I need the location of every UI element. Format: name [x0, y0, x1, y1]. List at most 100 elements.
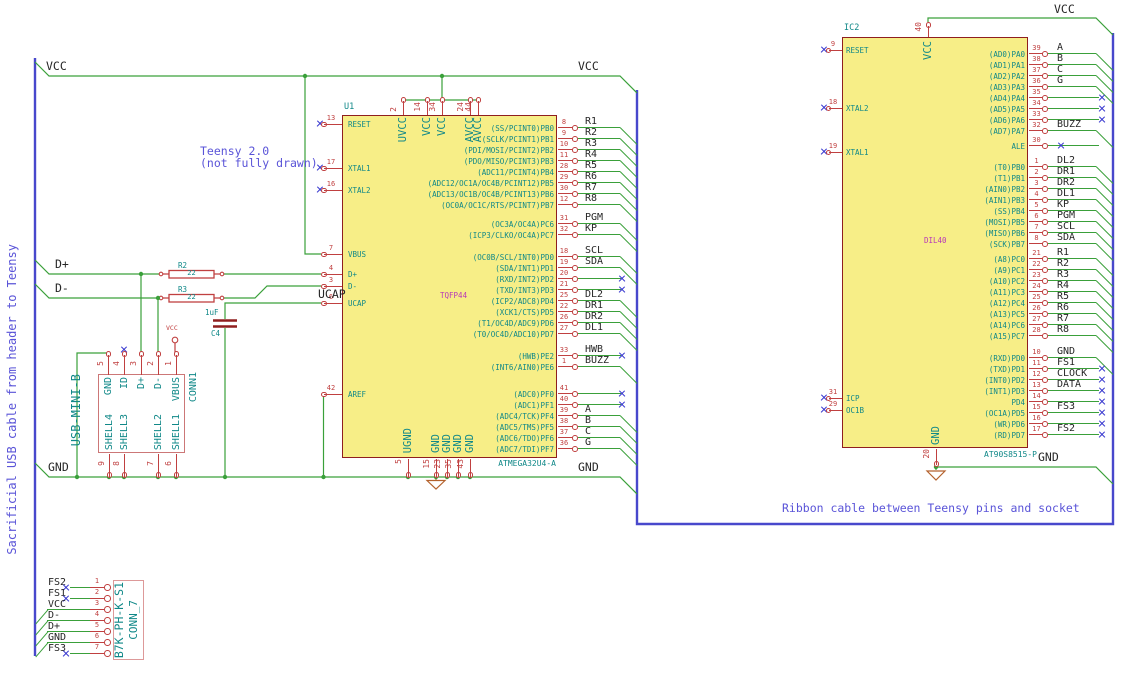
pin-column[interactable]: 6 SHELL1 [164, 414, 185, 478]
net-label[interactable]: DL1 [1057, 188, 1075, 199]
net-label[interactable]: C [1057, 64, 1063, 75]
no-connect-icon [1098, 431, 1105, 438]
pin-number: 32 [559, 224, 569, 233]
net-label[interactable]: DR1 [1057, 166, 1075, 177]
usb-value[interactable]: USB-MINI-B [69, 366, 83, 454]
net-label[interactable]: FS3 [1057, 401, 1075, 412]
ic2-value[interactable]: AT90S8515-P [984, 450, 1037, 460]
pin-stub [829, 49, 842, 51]
conn7-reference[interactable]: CONN_7 [127, 582, 140, 658]
pin-number: 14 [1032, 391, 1041, 400]
pin-column[interactable]: 8 SHELL3 [112, 414, 133, 478]
net-label[interactable]: DR2 [585, 311, 603, 322]
net-label-dplus[interactable]: D+ [55, 258, 69, 271]
u1-value[interactable]: ATMEGA32U4-A [440, 459, 556, 469]
pin-name: SHELL4 [103, 413, 115, 450]
net-label[interactable]: FS1 [1057, 357, 1075, 368]
net-label[interactable]: R5 [1057, 291, 1069, 302]
net-label[interactable]: DR2 [1057, 177, 1075, 188]
pin-column[interactable]: 20 GND [922, 426, 945, 467]
net-label[interactable]: G [1057, 75, 1063, 86]
u1-reference[interactable]: U1 [344, 102, 354, 112]
net-label[interactable]: R2 [1057, 258, 1069, 269]
net-label-gnd-ic2[interactable]: GND [1038, 451, 1059, 464]
net-label[interactable]: SCL [1057, 221, 1075, 232]
net-label[interactable]: B [1057, 53, 1063, 64]
net-label[interactable]: R7 [1057, 313, 1069, 324]
net-label-dminus[interactable]: D- [55, 282, 69, 295]
pin-number: 37 [1032, 65, 1041, 74]
net-label[interactable]: D+ [48, 621, 60, 632]
net-label-vcc-left[interactable]: VCC [46, 60, 67, 73]
note-usb-cable[interactable]: Sacrificial USB cable from header to Tee… [4, 210, 20, 588]
pin-number: 1 [1034, 156, 1039, 165]
no-connect-icon [1098, 398, 1105, 405]
vcc-power-flag-label[interactable]: VCC [166, 324, 178, 332]
note-teensy[interactable]: Teensy 2.0 (not fully drawn) [200, 145, 318, 170]
ic2-reference[interactable]: IC2 [844, 23, 859, 33]
net-label-gnd-u1[interactable]: GND [578, 461, 599, 474]
net-label[interactable]: DATA [1057, 379, 1081, 390]
r2-value[interactable]: 22 [169, 269, 214, 278]
net-label[interactable]: KP [585, 223, 597, 234]
pin-number: 13 [1032, 380, 1041, 389]
connector-pin-row[interactable]: FS3 7 [35, 643, 175, 659]
net-label[interactable]: A [1057, 42, 1063, 53]
pin-number: 5 [94, 621, 100, 629]
pin-number: 25 [559, 290, 569, 299]
net-label[interactable]: R6 [1057, 302, 1069, 313]
wire [1048, 145, 1099, 147]
pin-row[interactable]: 19 XTAL1 [820, 142, 950, 158]
wire [1048, 269, 1096, 271]
pin-number: 22 [559, 301, 569, 310]
net-label[interactable]: R8 [1057, 324, 1069, 335]
pin-end-circle [572, 309, 578, 315]
c4-value[interactable]: 1uF [205, 308, 219, 317]
pin-name: ICP [846, 394, 860, 403]
pin-number: 19 [559, 257, 569, 266]
net-label[interactable]: DL2 [1057, 155, 1075, 166]
net-label[interactable]: CLOCK [1057, 368, 1087, 379]
pin-number: 20 [921, 449, 931, 459]
no-connect-icon [618, 286, 625, 293]
net-label[interactable]: PGM [1057, 210, 1075, 221]
conn7-value[interactable]: B7K-PH-K-S1 [112, 582, 126, 658]
net-label[interactable]: R1 [1057, 247, 1069, 258]
pin-row[interactable]: 7 VBUS [316, 244, 446, 260]
usb-reference[interactable]: CONN1 [187, 372, 199, 418]
pin-column[interactable]: 1 VBUS [164, 350, 185, 401]
net-label-vcc-ic2[interactable]: VCC [1054, 3, 1075, 16]
net-label[interactable]: GND [1057, 346, 1075, 357]
net-label-vcc-u1[interactable]: VCC [578, 60, 599, 73]
c4-reference[interactable]: C4 [211, 329, 220, 338]
net-label[interactable]: R4 [1057, 280, 1069, 291]
net-label-gnd-left[interactable]: GND [48, 461, 69, 474]
net-label[interactable]: R3 [1057, 269, 1069, 280]
pin-number: 2 [145, 360, 155, 366]
net-label[interactable]: GND [48, 632, 66, 643]
note-ribbon-cable[interactable]: Ribbon cable between Teensy pins and soc… [782, 502, 1080, 515]
net-label[interactable]: DR1 [585, 300, 603, 311]
net-label[interactable]: SDA [585, 256, 603, 267]
pin-end-circle [572, 331, 578, 337]
ic2-footprint[interactable]: DIL40 [924, 236, 947, 245]
pin-number: 1 [163, 360, 173, 366]
net-label[interactable]: SDA [1057, 232, 1075, 243]
net-label[interactable]: SCL [585, 245, 603, 256]
net-label[interactable]: BUZZ [1057, 119, 1081, 130]
net-label[interactable]: DL1 [585, 322, 603, 333]
no-connect-icon [1098, 105, 1105, 112]
pin-end-circle [104, 617, 111, 624]
pin-column[interactable]: 40 VCC [914, 20, 937, 60]
net-label-ucap[interactable]: UCAP [318, 288, 346, 301]
net-label[interactable]: FS2 [1057, 423, 1075, 434]
r3-value[interactable]: 22 [169, 293, 214, 302]
u1-footprint[interactable]: TQFP44 [440, 291, 467, 300]
net-label[interactable]: PGM [585, 212, 603, 223]
pin-name: VBUS [348, 250, 367, 259]
net-label[interactable]: DL2 [585, 289, 603, 300]
net-label[interactable]: VCC [48, 599, 66, 610]
pin-row[interactable]: 18 XTAL2 [820, 98, 950, 114]
net-label[interactable]: D- [48, 610, 60, 621]
net-label[interactable]: KP [1057, 199, 1069, 210]
